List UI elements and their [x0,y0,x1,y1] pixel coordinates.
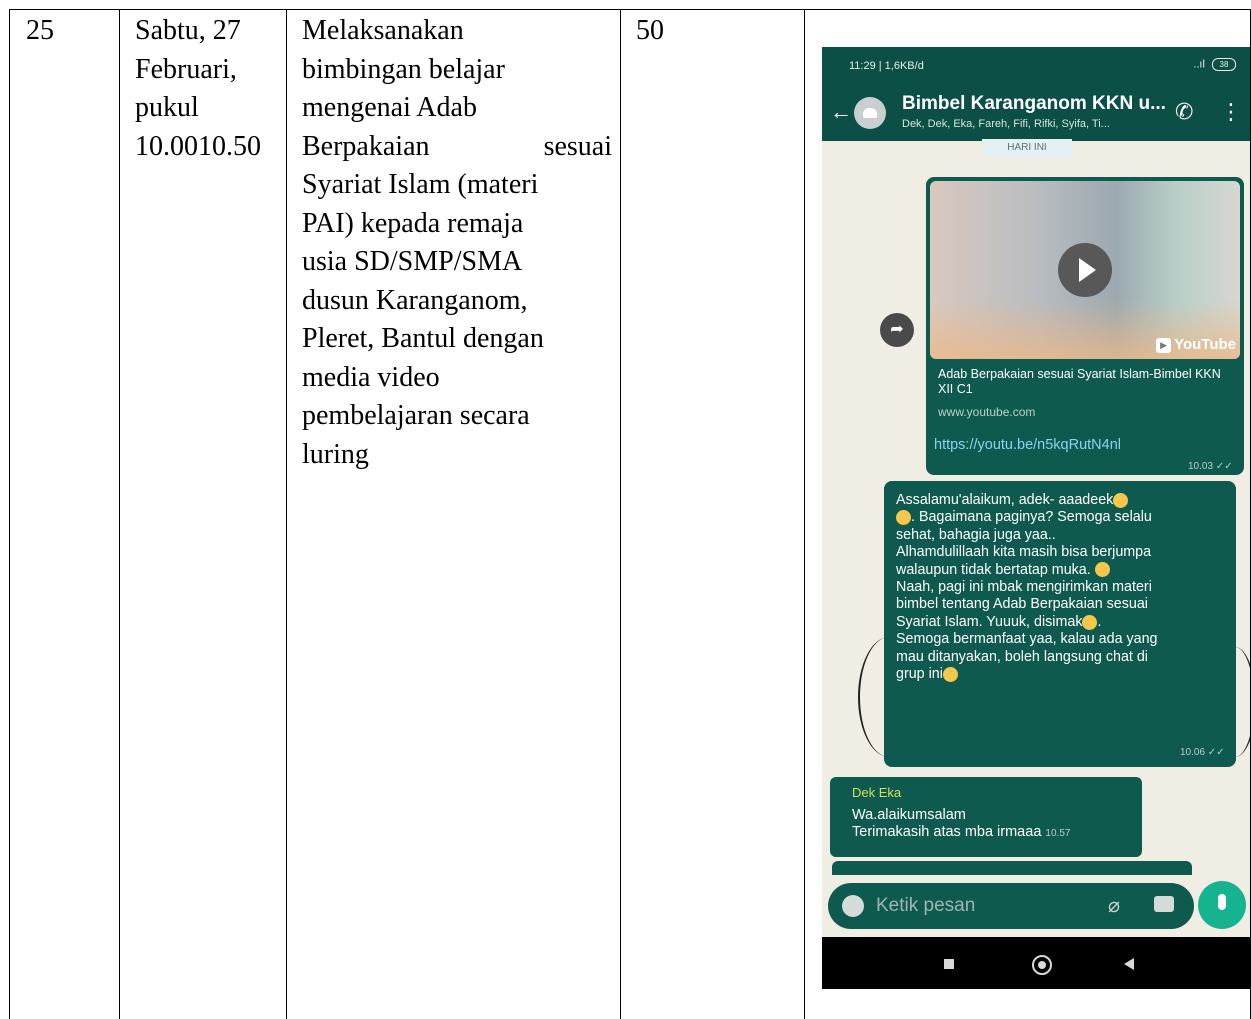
row-number: 25 [26,15,54,46]
play-icon[interactable] [1058,243,1112,297]
activity-line: media video [302,361,440,393]
date-line: Sabtu, 27 [135,15,241,46]
column-divider-1 [119,9,120,1019]
date-cell: Sabtu, 27 Februari, pukul 10.0010.50 [135,12,283,166]
participant-count: 50 [636,15,664,46]
activity-line: mengenai Adab [302,92,477,123]
activity-line: Melaksanakan [302,15,464,46]
next-message-bubble [832,861,1192,875]
message-time: 10.03 ✓✓ [1188,461,1233,472]
message-line: . Bagaimana paginya? Semoga selalu [896,509,1232,526]
microphone-icon[interactable] [1198,881,1246,929]
message-line: Alhamdulillaah kita masih bisa berjumpa [896,544,1152,561]
home-icon[interactable] [1032,955,1052,975]
message-line: grup ini [896,666,1232,683]
camera-icon[interactable] [1154,896,1174,912]
message-text: Assalamu'alaikum, adek- aaadeek . Bagaim… [896,492,1232,683]
whatsapp-screenshot: 11:29 | 1,6KB/d ..ıl 38 ← Bimbel Karanga… [822,47,1250,989]
message-line: bimbel tentang Adab Berpakaian sesuai [896,596,1148,613]
pointing-down-icon [942,666,958,682]
message-line: sehat, bahagia juga yaa.. [896,526,1056,543]
message-line: Semoga bermanfaat yaa, kalau ada yang [896,631,1158,648]
activity-line: pembelajaran secara [302,400,530,431]
date-line: 10.0010.50 [135,130,261,162]
date-line: pukul [135,92,199,123]
emoji-icon[interactable] [842,895,864,917]
grinning-face-icon [1094,562,1110,578]
link-url[interactable]: https://youtu.be/n5kqRutN4nl [934,437,1121,453]
chat-members: Dek, Dek, Eka, Fareh, Fifi, Rifki, Syifa… [902,118,1110,130]
battery-icon: 38 [1212,58,1236,71]
activity-cell: Melaksanakan bimbingan belajar mengenai … [302,12,612,474]
attach-icon[interactable]: ⌀ [1108,893,1120,918]
reply-time: 10.57 [1045,828,1071,839]
activity-line: dusun Karanganom, [302,284,528,316]
group-avatar[interactable] [854,97,886,129]
highlight-circle-right [1214,647,1250,757]
reply-line: Wa.alaikumsalam [852,807,966,823]
link-domain: www.youtube.com [938,405,1036,419]
message-line: Syariat Islam. Yuuuk, disimak. [896,613,1102,630]
smiling-hearts-icon [1082,614,1098,630]
link-title: Adab Berpakaian sesuai Syariat Islam-Bim… [938,367,1221,396]
date-chip: HARI INI [982,139,1072,157]
back-arrow-icon[interactable]: ← [830,99,852,125]
waving-hand-icon [896,510,911,526]
chat-title[interactable]: Bimbel Karanganom KKN u... [902,93,1166,115]
activity-line: luring [302,438,369,470]
add-call-icon[interactable]: ✆ [1175,99,1193,125]
chat-header: ← Bimbel Karanganom KKN u... Dek, Dek, E… [822,85,1250,141]
column-divider-3 [620,9,621,1019]
activity-line: PAI) kepada remaja [302,207,524,239]
activity-line: Syariat Islam (materi [302,169,539,200]
activity-line: Berpakaian sesuai [302,128,612,167]
recent-apps-icon[interactable] [944,959,954,969]
reply-text: Wa.alaikumsalam Terimakasih atas mba irm… [852,807,1070,842]
video-thumbnail[interactable]: ▶ YouTube [930,181,1240,359]
link-message-bubble[interactable]: ▶ YouTube Adab Berpakaian sesuai Syariat … [926,177,1244,475]
status-bar: 11:29 | 1,6KB/d ..ıl 38 [822,47,1250,85]
column-divider-2 [286,9,287,1019]
reply-bubble[interactable]: Dek Eka Wa.alaikumsalam Terimakasih atas… [830,777,1142,857]
reply-line: Terimakasih atas mba irmaaa 10.57 [852,824,1071,840]
message-line: Naah, pagi ini mbak mengirimkan materi [896,579,1152,596]
activity-line: bimbingan belajar [302,53,505,85]
message-input[interactable]: Ketik pesan [876,895,975,917]
message-input-bar[interactable]: Ketik pesan ⌀ [828,883,1194,929]
more-options-icon[interactable]: ⋮ [1220,99,1242,125]
message-line: walaupun tidak bertatap muka. [896,562,1232,579]
reply-sender: Dek Eka [852,785,902,800]
signal-icon: ..ıl [1193,58,1205,71]
forward-icon[interactable]: ➦ [880,313,914,347]
highlight-circle-left [858,637,920,757]
youtube-logo: ▶ YouTube [1156,336,1236,353]
activity-line: usia SD/SMP/SMA [302,246,523,277]
table-top-border [9,9,1251,10]
text-message-bubble[interactable]: Assalamu'alaikum, adek- aaadeek . Bagaim… [884,481,1236,767]
table-border-left [9,9,10,1019]
back-nav-icon[interactable] [1124,958,1134,970]
message-time: 10.06 ✓✓ [1180,747,1225,758]
status-icons: ..ıl 38 [1193,58,1236,71]
waving-hand-icon [1113,492,1129,508]
message-line: mau ditanyakan, boleh langsung chat di [896,648,1148,665]
activity-word: sesuai [543,130,612,162]
activity-word: Berpakaian [302,130,430,162]
message-line: Assalamu'alaikum, adek- aaadeek [896,492,1232,509]
date-line: Februari, [135,53,237,85]
column-divider-4 [804,9,805,1019]
status-time: 11:29 | 1,6KB/d [849,60,924,72]
android-nav-bar [822,937,1250,989]
activity-line: Pleret, Bantul dengan [302,323,544,354]
